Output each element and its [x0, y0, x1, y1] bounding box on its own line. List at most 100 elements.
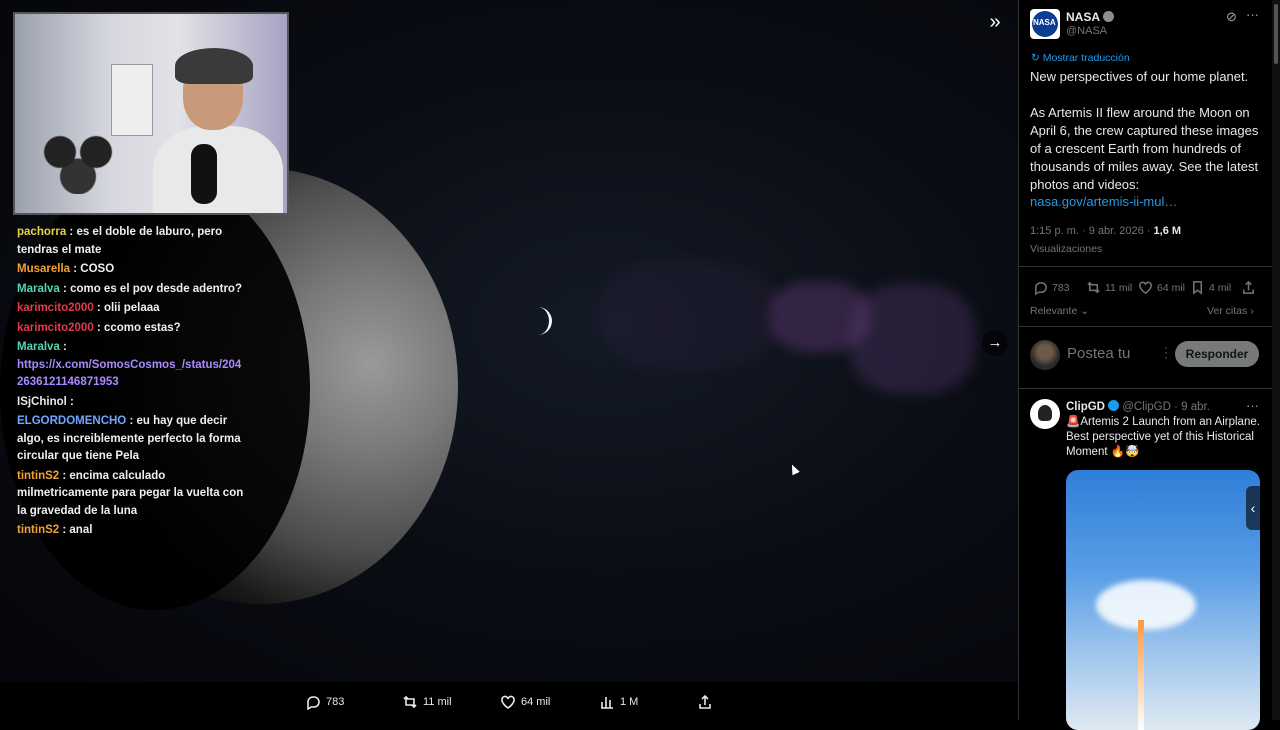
- chat-text: : como es el pov desde adentro?: [63, 282, 242, 295]
- author-name[interactable]: NASA: [1066, 10, 1115, 24]
- chat-text: :: [63, 341, 67, 353]
- tweet-link[interactable]: nasa.gov/artemis-ii-mul…: [1030, 194, 1177, 209]
- streamer: [143, 34, 283, 213]
- next-image-button[interactable]: →: [982, 330, 1008, 356]
- streamer-shirt: [153, 126, 283, 213]
- chat-username[interactable]: karimcito2000: [17, 322, 94, 334]
- media-like-button[interactable]: 64 mil: [500, 692, 550, 712]
- reply-author-handle[interactable]: @ClipGD: [1122, 401, 1171, 413]
- reply-icon: [1035, 282, 1047, 295]
- chat-username[interactable]: Maralva: [17, 283, 60, 295]
- repost-icon: [403, 695, 417, 709]
- reply-text: 🚨Artemis 2 Launch from an Airplane. Best…: [1066, 416, 1260, 458]
- view-quotes-label: Ver citas: [1207, 305, 1248, 317]
- share-button[interactable]: [1241, 280, 1256, 295]
- crescent-earth: [538, 307, 552, 335]
- share-icon: [1243, 280, 1254, 294]
- media-repost-button[interactable]: 11 mil: [402, 692, 452, 712]
- webcam-overlay: [13, 12, 289, 215]
- more-options-icon[interactable]: ···: [1246, 398, 1259, 413]
- author-handle[interactable]: @NASA: [1066, 25, 1107, 37]
- chat-text: : anal: [62, 524, 93, 536]
- microphone: [191, 144, 217, 204]
- streamer-cap: [175, 48, 253, 84]
- heart-icon: [1139, 281, 1152, 295]
- media-prev-arrow-icon[interactable]: ‹: [1246, 486, 1260, 530]
- chat-text: : ccomo estas?: [96, 321, 181, 334]
- lens-flare: [850, 284, 975, 394]
- sort-dropdown[interactable]: Relevante ⌄: [1030, 305, 1089, 317]
- chat-message: ELGORDOMENCHO : eu hay que decir algo, e…: [17, 413, 247, 466]
- tweet-time[interactable]: 1:15 p. m. · 9 abr. 2026 ·: [1030, 225, 1154, 237]
- chat-message: Maralva : https://x.com/SomosCosmos_/stat…: [17, 339, 247, 392]
- reply-date[interactable]: · 9 abr.: [1174, 401, 1210, 413]
- views-label: Visualizaciones: [1030, 243, 1103, 255]
- chat-username[interactable]: ISjChinol: [17, 396, 67, 408]
- chat-message: tintinS2 : encima calculado milmetricame…: [17, 468, 247, 521]
- chat-username[interactable]: tintinS2: [17, 470, 59, 482]
- reply-input[interactable]: Postea tu: [1067, 345, 1130, 362]
- chat-username[interactable]: Maralva: [17, 341, 60, 353]
- reply-header: ClipGD @ClipGD · 9 abr.: [1066, 400, 1210, 413]
- view-quotes-link[interactable]: Ver citas ›: [1207, 305, 1254, 317]
- reply-icon: [307, 696, 320, 710]
- grok-icon[interactable]: ⊘: [1226, 9, 1237, 25]
- bookmark-count: 4 mil: [1209, 281, 1232, 294]
- reply-button[interactable]: 783: [1033, 280, 1070, 295]
- reply-count: 783: [1052, 281, 1070, 294]
- user-avatar[interactable]: [1030, 340, 1060, 370]
- webcam-drum-kit: [33, 124, 123, 194]
- chat-text: : COSO: [73, 263, 115, 275]
- collapse-panel-icon[interactable]: »: [982, 10, 1008, 36]
- stream-chat: pachorra : es el doble de laburo, pero t…: [17, 224, 247, 542]
- scrollbar-thumb[interactable]: [1274, 4, 1278, 64]
- chat-message: Musarella : COSO: [17, 261, 247, 279]
- rocket-trail: [1138, 620, 1144, 730]
- reply-author-name[interactable]: ClipGD: [1066, 401, 1105, 413]
- tweet-text-body: As Artemis II flew around the Moon on Ap…: [1030, 105, 1259, 192]
- tweet-views-count: 1,6 M: [1153, 225, 1182, 237]
- views-icon: [601, 697, 613, 709]
- more-options-icon[interactable]: ···: [1246, 7, 1259, 22]
- clipgd-avatar[interactable]: [1030, 399, 1060, 429]
- media-reply-button[interactable]: 783: [305, 692, 344, 712]
- chat-message: karimcito2000 : olii pelaaa: [17, 300, 247, 318]
- lens-flare: [600, 260, 780, 370]
- repost-button[interactable]: 11 mil: [1086, 280, 1132, 295]
- chat-message: karimcito2000 : ccomo estas?: [17, 320, 247, 338]
- chat-username[interactable]: Musarella: [17, 263, 70, 275]
- repost-icon: [1087, 281, 1100, 294]
- media-views-button[interactable]: 1 M: [599, 692, 638, 712]
- chat-username[interactable]: karimcito2000: [17, 302, 94, 314]
- like-button[interactable]: 64 mil: [1138, 280, 1185, 295]
- views-count: 1 M: [620, 696, 639, 708]
- reply-media-image[interactable]: [1066, 470, 1260, 730]
- chat-text: : olii pelaaa: [96, 302, 160, 314]
- tweet-text-line1: New perspectives of our home planet.: [1030, 69, 1249, 84]
- reply-count: 783: [326, 696, 345, 708]
- verified-badge-icon: [1107, 400, 1119, 411]
- chevron-down-icon: ⌄: [1080, 305, 1090, 317]
- reply-submit-button[interactable]: Responder: [1175, 341, 1259, 367]
- bookmark-button[interactable]: 4 mil: [1190, 280, 1231, 295]
- chat-link[interactable]: https://x.com/SomosCosmos_/status/204263…: [17, 359, 241, 389]
- mouse-cursor: [788, 462, 800, 476]
- chat-username[interactable]: pachorra: [17, 226, 66, 238]
- chat-username[interactable]: ELGORDOMENCHO: [17, 415, 126, 427]
- chat-message: Maralva : como es el pov desde adentro?: [17, 281, 247, 299]
- divider: [1018, 266, 1272, 267]
- translate-link[interactable]: ↻ Mostrar traducción: [1031, 52, 1130, 64]
- chat-message: pachorra : es el doble de laburo, pero t…: [17, 224, 247, 259]
- media-share-button[interactable]: [697, 692, 713, 712]
- chat-username[interactable]: tintinS2: [17, 524, 59, 536]
- bookmark-icon: [1193, 281, 1202, 295]
- author-name-text: NASA: [1066, 10, 1101, 24]
- chevron-right-icon: ›: [1250, 305, 1254, 317]
- chat-text: :: [70, 395, 74, 408]
- scrollbar[interactable]: [1272, 0, 1280, 720]
- repost-count: 11 mil: [1105, 281, 1133, 294]
- chat-message: ISjChinol :: [17, 394, 247, 412]
- nasa-avatar[interactable]: NASA: [1030, 9, 1060, 39]
- chat-message: tintinS2 : anal: [17, 522, 247, 540]
- divider: [1018, 388, 1272, 389]
